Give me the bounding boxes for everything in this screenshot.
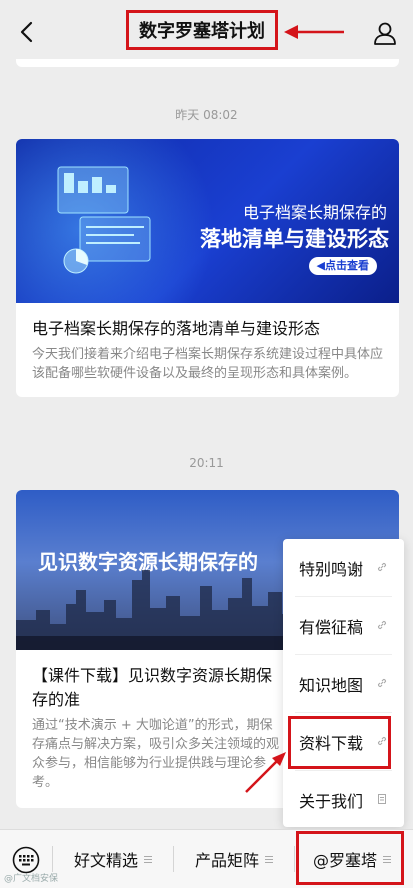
page-title: 数字罗塞塔计划 [139,21,265,42]
banner-subtitle: 电子档案长期保存的 [242,203,387,222]
dashboard-illustration-icon [57,166,151,274]
chevron-left-icon[interactable] [14,18,42,46]
tab-product-matrix[interactable]: 产品矩阵 [174,830,294,888]
menu-item-paid-submission[interactable]: 有偿征稿 [283,597,404,654]
article-banner: 电子档案长期保存的 落地清单与建设形态 ◀点击查看 [16,139,399,303]
article-description: 今天我们接着来介绍电子档案长期保存系统建设过程中具体应该配备哪些软硬件设备以及最… [32,347,384,381]
menu-item-label: 特别鸣谢 [299,559,364,579]
menu-item-download[interactable]: 资料下载 [283,713,404,770]
menu-item-label: 有偿征稿 [299,617,364,637]
menu-lines-icon [265,855,273,863]
link-icon [377,678,387,688]
message-time: 20:11 [189,456,224,470]
annotation-arrow-icon [284,25,344,39]
menu-item-label: 知识地图 [299,675,364,695]
menu-item-thanks[interactable]: 特别鸣谢 [283,539,404,596]
banner-title: 落地清单与建设形态 [200,227,389,251]
article-card[interactable]: 电子档案长期保存的 落地清单与建设形态 ◀点击查看 电子档案长期保存的落地清单与… [16,139,399,397]
tab-label: @罗塞塔 [312,851,377,870]
watermark: @广文档安保 [4,874,59,884]
title-highlight-box: 数字罗塞塔计划 [126,10,278,50]
link-icon [377,620,387,630]
menu-item-knowledge-map[interactable]: 知识地图 [283,655,404,712]
article-title: 电子档案长期保存的落地清单与建设形态 [32,319,321,338]
link-icon [377,736,387,746]
tab-label: 产品矩阵 [194,851,259,870]
menu-lines-icon [144,855,152,863]
previous-card-edge [16,59,399,67]
annotation-arrow-icon [245,752,286,793]
menu-item-label: 关于我们 [299,791,364,811]
link-icon [377,562,387,572]
bottom-menu-popup: 特别鸣谢 有偿征稿 知识地图 资料下载 关于我们 [283,539,404,827]
tab-rosetta[interactable]: @罗塞塔 [295,830,409,888]
tab-label: 好文精选 [73,851,138,870]
menu-item-about[interactable]: 关于我们 [283,771,404,828]
menu-item-label: 资料下载 [299,733,364,753]
keyboard-icon[interactable] [12,846,40,874]
message-time: 昨天 08:02 [175,108,238,122]
banner-view-button: ◀点击查看 [308,257,377,275]
document-icon [378,794,386,804]
user-icon[interactable] [372,20,398,46]
bottom-menu-bar: 好文精选 产品矩阵 @罗塞塔 [0,829,413,888]
menu-lines-icon [383,855,391,863]
top-bar: 数字罗塞塔计划 [0,0,413,64]
tab-featured-articles[interactable]: 好文精选 [53,830,173,888]
